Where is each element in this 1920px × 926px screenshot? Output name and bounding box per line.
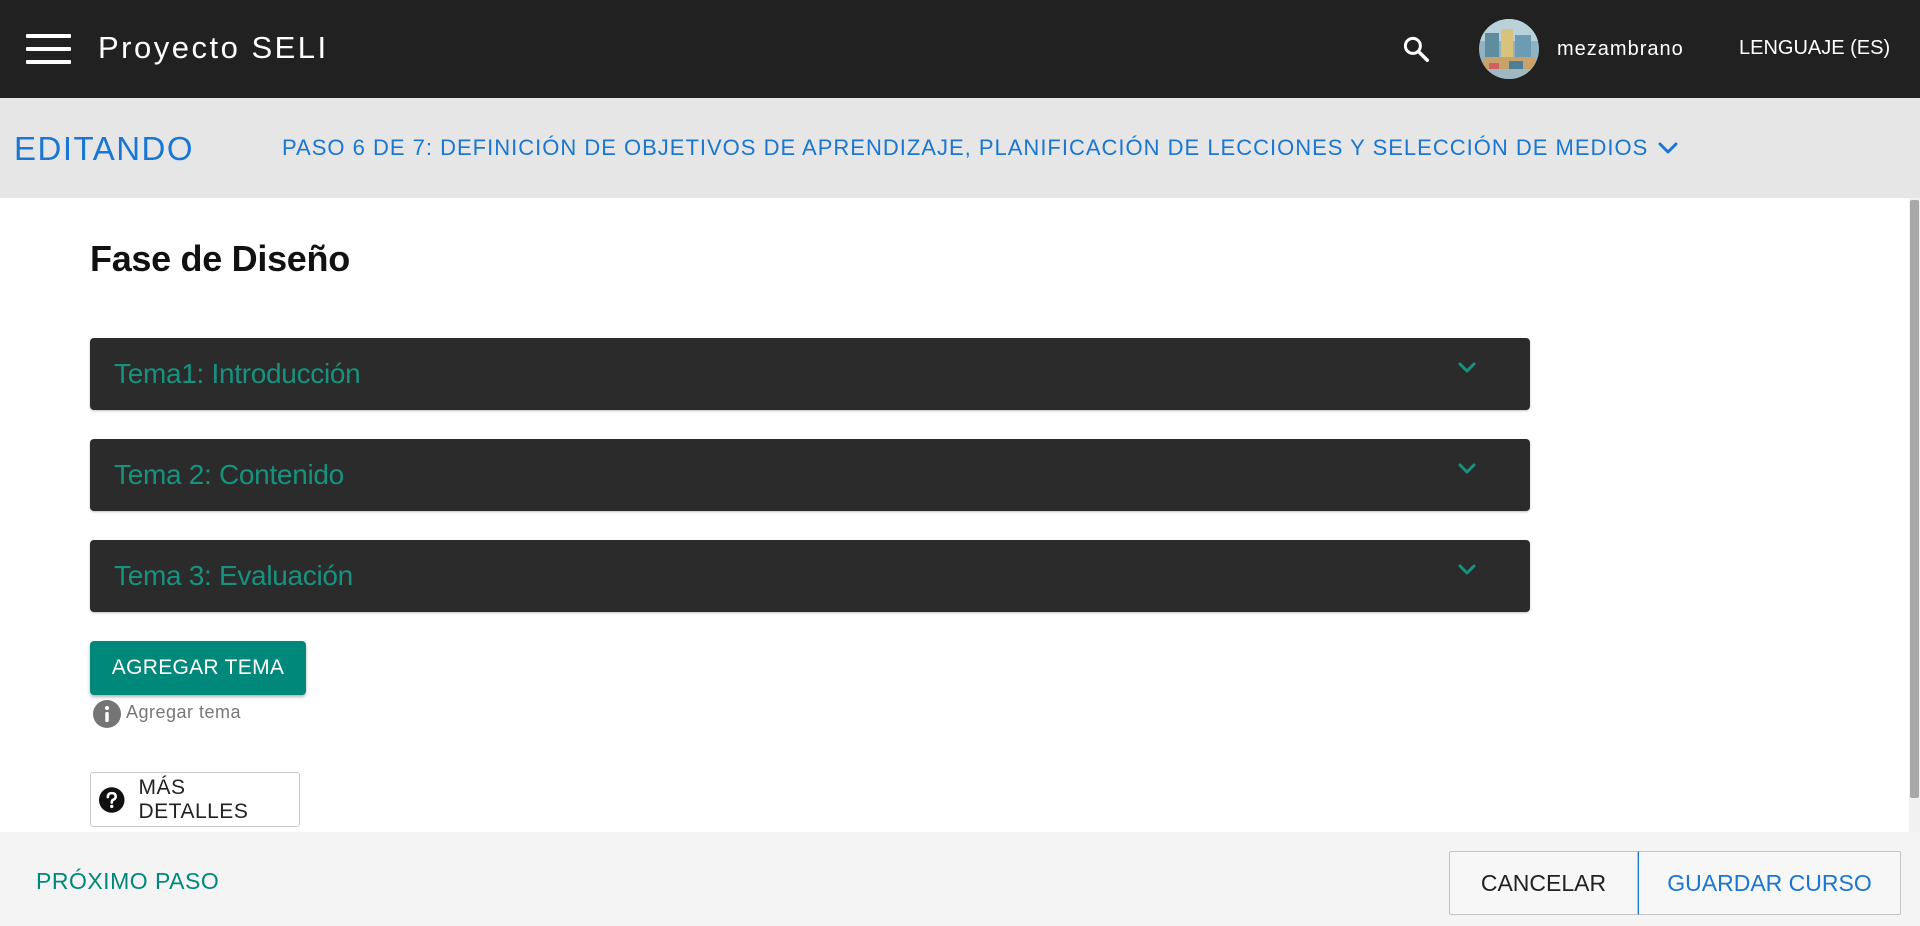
add-topic-helper-text: Agregar tema (126, 702, 242, 722)
avatar[interactable] (1479, 19, 1539, 79)
next-step-button[interactable]: PRÓXIMO PASO (36, 868, 219, 895)
step-bar: EDITANDO PASO 6 DE 7: DEFINICIÓN DE OBJE… (0, 98, 1920, 198)
scrollbar-thumb[interactable] (1910, 200, 1919, 798)
editing-label: EDITANDO (14, 130, 195, 167)
topic-accordion-2[interactable]: Tema 2: Contenido (90, 439, 1530, 511)
search-icon[interactable] (1401, 34, 1431, 64)
hamburger-menu-icon[interactable] (26, 34, 71, 64)
topic-title: Tema 2: Contenido (114, 459, 344, 490)
info-icon (93, 700, 121, 728)
chevron-down-icon (1458, 564, 1476, 575)
username[interactable]: mezambrano (1557, 38, 1684, 61)
app-title: Proyecto SELI (98, 30, 329, 65)
help-icon (98, 786, 125, 813)
step-selector-label: PASO 6 DE 7: DEFINICIÓN DE OBJETIVOS DE … (282, 135, 1649, 160)
topic-title: Tema1: Introducción (114, 358, 361, 389)
topic-accordion-1[interactable]: Tema1: Introducción (90, 338, 1530, 410)
topic-accordion-3[interactable]: Tema 3: Evaluación (90, 540, 1530, 612)
vertical-scrollbar[interactable] (1909, 198, 1920, 832)
chevron-down-icon (1458, 463, 1476, 474)
chevron-down-icon (1658, 142, 1678, 154)
save-course-button[interactable]: GUARDAR CURSO (1638, 851, 1901, 915)
cancel-button[interactable]: CANCELAR (1449, 851, 1638, 915)
more-details-button[interactable]: MÁS DETALLES (90, 772, 300, 827)
topic-title: Tema 3: Evaluación (114, 560, 353, 591)
page-title: Fase de Diseño (90, 238, 350, 279)
more-details-label: MÁS DETALLES (138, 775, 249, 823)
chevron-down-icon (1458, 362, 1476, 373)
step-selector[interactable]: PASO 6 DE 7: DEFINICIÓN DE OBJETIVOS DE … (282, 135, 1678, 161)
add-topic-button[interactable]: AGREGAR TEMA (90, 641, 306, 695)
language-selector[interactable]: LENGUAJE (ES) (1739, 37, 1890, 60)
main-content: Fase de Diseño Tema1: Introducción Tema … (0, 198, 1920, 832)
app-bar: Proyecto SELI mezambrano LENGUAJE (ES) (0, 0, 1920, 98)
footer-bar: PRÓXIMO PASO CANCELAR GUARDAR CURSO (0, 832, 1920, 926)
